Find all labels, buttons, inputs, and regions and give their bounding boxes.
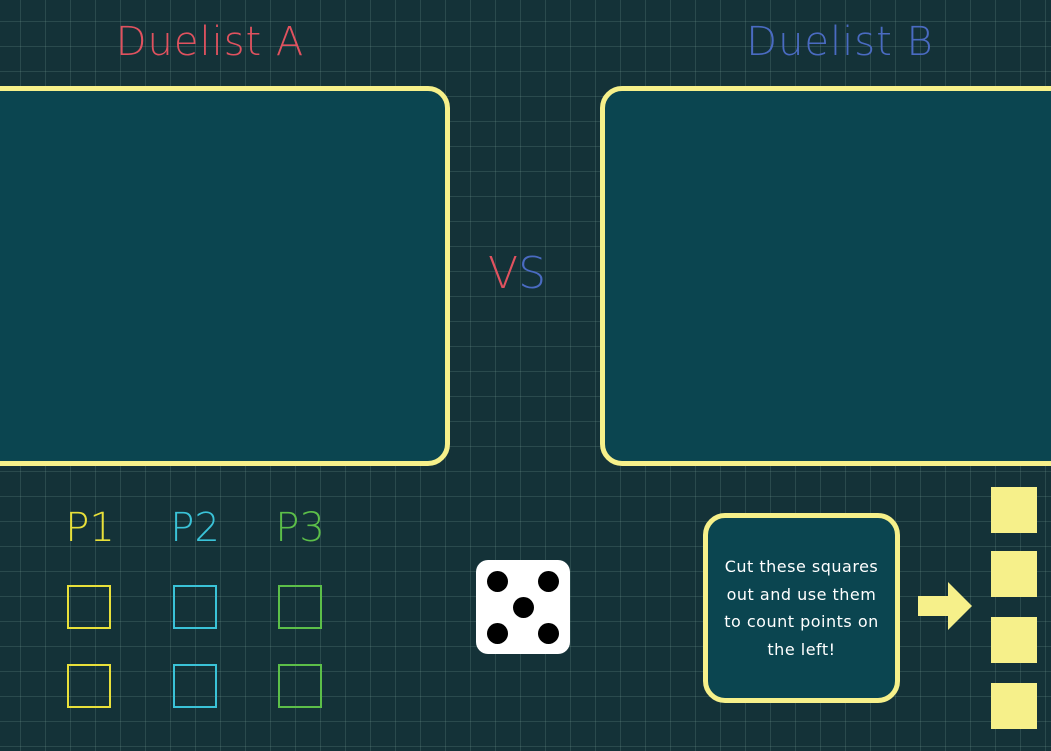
p3-point-box-2[interactable] xyxy=(278,664,322,708)
p1-label: P1 xyxy=(65,505,115,551)
point-token-4[interactable] xyxy=(991,683,1037,729)
instructions-text: Cut these squares out and use them to co… xyxy=(724,557,879,659)
duelist-b-card-slot[interactable] xyxy=(600,86,1051,466)
die-pip xyxy=(538,623,559,644)
die-pip xyxy=(538,571,559,592)
arrow-right-icon xyxy=(918,582,972,630)
point-token-3[interactable] xyxy=(991,617,1037,663)
instructions-box: Cut these squares out and use them to co… xyxy=(703,513,900,703)
versus-v: V xyxy=(488,248,519,299)
die-pip xyxy=(487,623,508,644)
die-icon[interactable] xyxy=(476,560,570,654)
p1-point-box-1[interactable] xyxy=(67,585,111,629)
duelist-b-title: Duelist B xyxy=(746,19,934,65)
point-token-1[interactable] xyxy=(991,487,1037,533)
p3-label: P3 xyxy=(275,505,325,551)
die-pip xyxy=(487,571,508,592)
duelist-a-title: Duelist A xyxy=(115,19,305,65)
p2-point-box-1[interactable] xyxy=(173,585,217,629)
duelist-a-card-slot[interactable] xyxy=(0,86,450,466)
p2-label: P2 xyxy=(170,505,220,551)
die-pip xyxy=(513,597,534,618)
p1-point-box-2[interactable] xyxy=(67,664,111,708)
point-token-2[interactable] xyxy=(991,551,1037,597)
p2-point-box-2[interactable] xyxy=(173,664,217,708)
versus-s: S xyxy=(518,248,547,299)
p3-point-box-1[interactable] xyxy=(278,585,322,629)
versus-label: VS xyxy=(488,252,546,296)
